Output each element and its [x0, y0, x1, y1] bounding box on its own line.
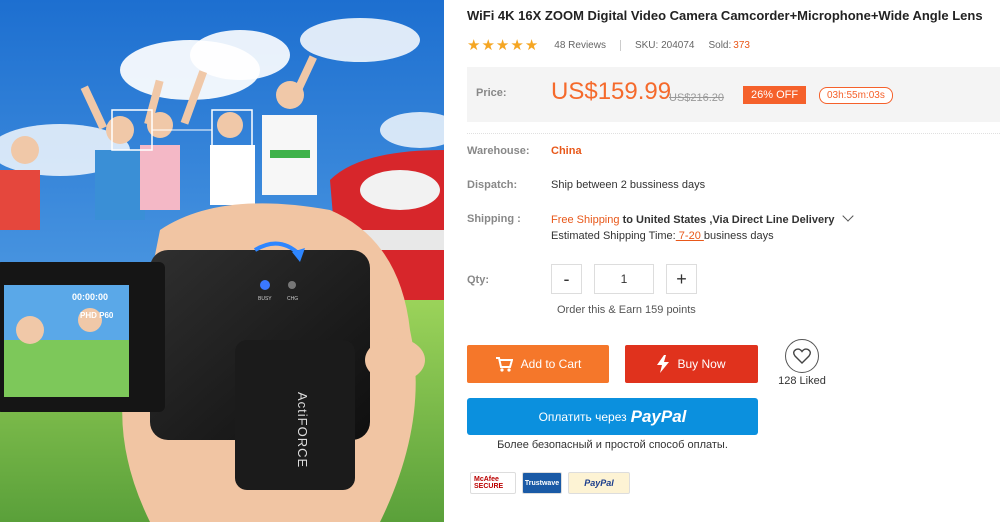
estimate-prefix: Estimated Shipping Time:: [551, 230, 676, 242]
lightning-icon: [657, 355, 670, 373]
mcafee-badge[interactable]: McAfee SECURE: [470, 472, 516, 494]
add-to-cart-button[interactable]: Add to Cart: [467, 345, 609, 383]
current-price: US$159.99: [551, 78, 672, 105]
warehouse-value[interactable]: China: [551, 145, 582, 157]
buy-now-button[interactable]: Buy Now: [625, 345, 758, 383]
price-label: Price:: [476, 87, 507, 99]
dispatch-value: Ship between 2 bussiness days: [551, 179, 706, 191]
product-info-panel: WiFi 4K 16X ZOOM Digital Video Camera Ca…: [467, 0, 1000, 522]
star-icon: ★: [481, 37, 495, 54]
earn-points-text: Order this & Earn 159 points: [557, 304, 696, 316]
screen-mode-text: PHD P60: [80, 311, 114, 320]
free-shipping-text: Free Shipping: [551, 214, 620, 226]
qty-label: Qty:: [467, 274, 489, 286]
divider: [619, 39, 621, 51]
led-busy-label: BUSY: [258, 296, 272, 302]
rating-row: ★ ★ ★ ★ ★ 48 Reviews SKU: 204074 Sold: 3…: [467, 36, 750, 54]
camera-brand-text: ActiFORCE: [295, 392, 310, 468]
discount-badge: 26% OFF: [743, 86, 807, 104]
star-icon: ★: [467, 37, 481, 54]
paypal-checkout-button[interactable]: Оплатить через PayPal: [467, 398, 758, 435]
divider: [467, 133, 1000, 134]
liked-count: 128 Liked: [778, 375, 826, 387]
rating-stars[interactable]: ★ ★ ★ ★ ★: [467, 36, 538, 54]
sku-text: SKU: 204074: [634, 39, 695, 51]
paypal-badge: PayPal: [568, 472, 630, 494]
star-icon: ★: [510, 37, 524, 54]
price-box: Price: US$159.99 US$216.20 26% OFF 03h:5…: [467, 67, 1000, 122]
like-button[interactable]: 128 Liked: [772, 339, 832, 387]
original-price: US$216.20: [669, 92, 725, 104]
chevron-down-icon[interactable]: [841, 210, 854, 222]
cart-icon: [495, 357, 513, 372]
led-chg-label: CHG: [287, 296, 298, 302]
star-icon: ★: [495, 37, 510, 54]
shipping-method[interactable]: Free Shipping to United States ,Via Dire…: [551, 210, 854, 226]
warehouse-label: Warehouse:: [467, 145, 530, 157]
qty-decrease-button[interactable]: -: [551, 264, 582, 294]
sold-count: 373: [733, 39, 750, 51]
estimate-days: 7-20: [675, 230, 704, 242]
countdown-timer: 03h:55m:03s: [819, 87, 893, 104]
shipping-estimate: Estimated Shipping Time: 7-20 business d…: [551, 230, 774, 242]
trust-badges: McAfee SECURE Trustwave PayPal: [470, 472, 630, 494]
sold-label: Sold:: [708, 39, 732, 51]
product-image[interactable]: 00:00:00 PHD P60 BUSY CHG ActiFORCE: [0, 0, 444, 522]
dispatch-label: Dispatch:: [467, 179, 518, 191]
paypal-subtitle: Более безопасный и простой способ оплаты…: [497, 439, 728, 451]
shipping-destination: to United States ,Via Direct Line Delive…: [622, 214, 835, 226]
shipping-label: Shipping :: [467, 213, 521, 225]
reviews-link[interactable]: 48 Reviews: [554, 40, 606, 51]
qty-input[interactable]: 1: [594, 264, 654, 294]
add-to-cart-label: Add to Cart: [520, 357, 582, 371]
estimate-suffix: business days: [703, 230, 774, 242]
paypal-prefix: Оплатить через: [538, 409, 627, 424]
qty-increase-button[interactable]: +: [666, 264, 697, 294]
screen-time-text: 00:00:00: [72, 292, 108, 302]
product-title: WiFi 4K 16X ZOOM Digital Video Camera Ca…: [467, 8, 983, 23]
star-icon: ★: [524, 37, 539, 54]
heart-icon: [785, 339, 819, 373]
trustwave-badge[interactable]: Trustwave: [522, 472, 562, 494]
paypal-logo: PayPal: [630, 406, 687, 426]
buy-now-label: Buy Now: [677, 357, 726, 371]
